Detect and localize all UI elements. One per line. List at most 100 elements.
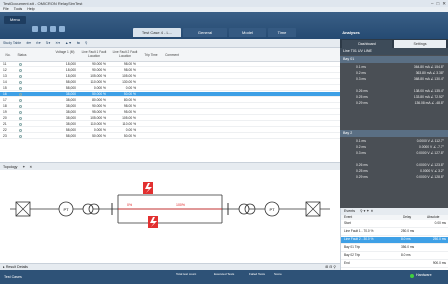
- tab-general[interactable]: General: [183, 28, 227, 37]
- row-fault1[interactable]: 50.000 %: [80, 92, 106, 97]
- remove-button[interactable]: ⊖▾: [36, 39, 41, 48]
- app-menu-button[interactable]: Menu: [4, 16, 26, 24]
- source-right-icon[interactable]: [305, 201, 321, 217]
- row-voltage[interactable]: 58,000: [52, 86, 76, 91]
- row-status-icon[interactable]: [19, 123, 22, 126]
- col-fault1[interactable]: Line Fault 1 Fault Location: [79, 50, 109, 58]
- row-fault2[interactable]: 80.00 %: [110, 98, 136, 103]
- row-voltage[interactable]: 38,000: [52, 122, 76, 127]
- row-fault1[interactable]: 95.000 %: [80, 110, 106, 115]
- row-status-icon[interactable]: [19, 69, 22, 72]
- row-fault2[interactable]: 130.00 %: [110, 80, 136, 85]
- col-comment[interactable]: Comment: [161, 53, 183, 57]
- events-col-delay[interactable]: Delay: [403, 215, 411, 220]
- source-left-icon[interactable]: [15, 201, 31, 217]
- col-voltage[interactable]: Voltage 1 (M): [52, 50, 78, 54]
- row-fault1[interactable]: 105.000 %: [80, 116, 106, 121]
- row-fault2[interactable]: 0.00 %: [110, 128, 136, 133]
- row-status-icon[interactable]: [19, 135, 22, 138]
- row-status-icon[interactable]: [19, 87, 22, 90]
- col-status[interactable]: Status: [14, 53, 30, 57]
- row-voltage[interactable]: 38,000: [52, 116, 76, 121]
- row-status-icon[interactable]: [19, 63, 22, 66]
- open-icon[interactable]: [59, 26, 65, 32]
- row-voltage[interactable]: 58,000: [52, 128, 76, 133]
- table-row[interactable]: 16 38,000 50.000 % 50.00 %: [0, 92, 340, 97]
- table-row[interactable]: 19 38,000 95.000 % 95.00 %: [0, 110, 340, 115]
- row-fault2[interactable]: 98.00 %: [110, 62, 136, 67]
- events-col-absolute[interactable]: Absolute: [427, 215, 439, 220]
- row-fault1[interactable]: 0.000 %: [80, 128, 106, 133]
- table-row[interactable]: 22 58,000 0.000 % 0.00 %: [0, 128, 340, 133]
- table-row[interactable]: 20 38,000 105.000 % 105.00 %: [0, 116, 340, 121]
- event-row[interactable]: Line Fault 2 - 30.0 % 8.0 ms 250.0 ms: [341, 237, 448, 244]
- row-fault2[interactable]: 98.00 %: [110, 104, 136, 109]
- table-row[interactable]: 21 38,000 110.000 % 110.00 %: [0, 122, 340, 127]
- row-status-icon[interactable]: [19, 93, 22, 96]
- table-row[interactable]: 23 58,000 50.000 % 50.00 %: [0, 134, 340, 139]
- row-fault2[interactable]: 105.00 %: [110, 116, 136, 121]
- close-button[interactable]: ✕: [442, 0, 446, 7]
- row-fault2[interactable]: 105.00 %: [110, 74, 136, 79]
- col-fault2[interactable]: Line Fault 2 Fault Location: [110, 50, 140, 58]
- tab-time[interactable]: Time: [268, 28, 296, 37]
- event-row[interactable]: Bay 02 Trip 8.0 ms: [341, 253, 448, 260]
- row-voltage[interactable]: 58,000: [52, 80, 76, 85]
- row-fault2[interactable]: 50.00 %: [110, 134, 136, 139]
- row-status-icon[interactable]: [19, 105, 22, 108]
- pt-right-icon[interactable]: PT: [264, 201, 280, 217]
- event-row[interactable]: Bay 01 Trip 356.0 ms: [341, 245, 448, 252]
- row-status-icon[interactable]: [19, 81, 22, 84]
- col-trip-time[interactable]: Trip Time: [142, 53, 160, 57]
- row-fault1[interactable]: 80.000 %: [80, 98, 106, 103]
- tab-test-case[interactable]: Test Case 4 - L...: [133, 28, 181, 37]
- save-icon[interactable]: [32, 26, 38, 32]
- result-details-bar[interactable]: ▸ Result Details ⊞ ⊟ ⚲: [0, 263, 340, 270]
- row-fault1[interactable]: 90.000 %: [80, 68, 106, 73]
- tab-model[interactable]: Model: [229, 28, 266, 37]
- row-voltage[interactable]: 38,000: [52, 104, 76, 109]
- table-row[interactable]: 15 58,000 0.000 % 0.00 %: [0, 86, 340, 91]
- close-icon[interactable]: ✕: [29, 165, 32, 169]
- filter-button[interactable]: ⚲: [85, 39, 88, 48]
- table-row[interactable]: 17 38,000 80.000 % 80.00 %: [0, 98, 340, 103]
- add-button[interactable]: ⊕▾: [26, 39, 31, 48]
- delete-button[interactable]: ✕▾: [55, 39, 60, 48]
- tab-settings[interactable]: Settings: [394, 40, 446, 48]
- row-voltage[interactable]: 38,000: [52, 110, 76, 115]
- row-voltage[interactable]: 38,000: [52, 98, 76, 103]
- events-col-event[interactable]: Event: [344, 215, 352, 220]
- undo-icon[interactable]: [41, 26, 47, 32]
- move-button[interactable]: ▲▼: [65, 39, 72, 48]
- table-row[interactable]: 12 18,000 90.000 % 98.00 %: [0, 68, 340, 73]
- event-row[interactable]: End 900.0 ms: [341, 261, 448, 268]
- study-table-button[interactable]: Study Table: [3, 39, 21, 48]
- row-fault1[interactable]: 110.000 %: [80, 122, 106, 127]
- pin-icon[interactable]: ✦: [22, 165, 25, 169]
- event-row[interactable]: Line Fault 1 - 70.0 % 250.0 ms: [341, 229, 448, 236]
- test-cases-label[interactable]: Test Cases: [4, 275, 22, 279]
- row-fault2[interactable]: 98.00 %: [110, 68, 136, 73]
- row-fault2[interactable]: 110.00 %: [110, 122, 136, 127]
- row-fault1[interactable]: 105.000 %: [80, 74, 106, 79]
- row-fault2[interactable]: 0.00 %: [110, 86, 136, 91]
- table-row[interactable]: 14 58,000 110.000 % 130.00 %: [0, 80, 340, 85]
- sort-button[interactable]: ⇅▾: [46, 39, 51, 48]
- row-status-icon[interactable]: [19, 99, 22, 102]
- row-voltage[interactable]: 18,000: [52, 74, 76, 79]
- row-fault2[interactable]: 50.00 %: [110, 92, 136, 97]
- redo-icon[interactable]: [50, 26, 56, 32]
- swap-button[interactable]: ⇆: [77, 39, 80, 48]
- row-voltage[interactable]: 38,000: [52, 92, 76, 97]
- row-voltage[interactable]: 58,000: [52, 134, 76, 139]
- row-voltage[interactable]: 18,000: [52, 62, 76, 67]
- row-fault1[interactable]: 90.000 %: [80, 62, 106, 67]
- events-tools-icon[interactable]: ⚲ ▾ ✦ ✕: [360, 209, 373, 213]
- fault-1-icon[interactable]: [143, 182, 153, 194]
- row-fault1[interactable]: 50.000 %: [80, 134, 106, 139]
- row-fault1[interactable]: 0.000 %: [80, 86, 106, 91]
- table-row[interactable]: 13 18,000 105.000 % 105.00 %: [0, 74, 340, 79]
- row-voltage[interactable]: 18,000: [52, 68, 76, 73]
- table-row[interactable]: 18 38,000 90.000 % 98.00 %: [0, 104, 340, 109]
- bay2-header[interactable]: Bay 2: [340, 130, 448, 137]
